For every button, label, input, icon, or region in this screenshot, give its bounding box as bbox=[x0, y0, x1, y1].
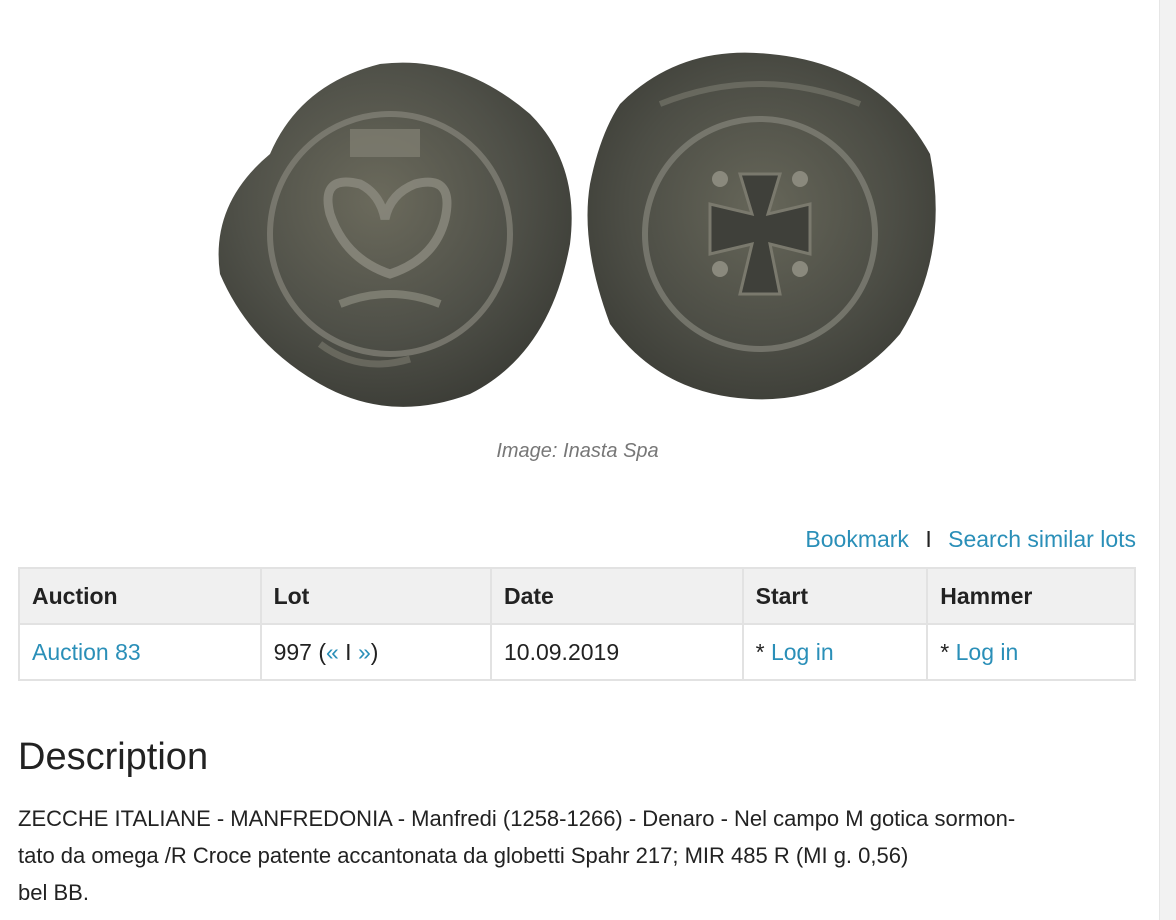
cell-hammer: * Log in bbox=[926, 623, 1136, 681]
description-title: Description bbox=[18, 736, 209, 778]
search-similar-link[interactable]: Search similar lots bbox=[948, 526, 1136, 552]
table-header-row: Auction Lot Date Start Hammer bbox=[18, 567, 1136, 625]
cell-lot: 997 (« I ») bbox=[259, 623, 493, 681]
cell-auction: Auction 83 bbox=[18, 623, 262, 681]
header-lot: Lot bbox=[259, 567, 493, 625]
table-row: Auction 83 997 (« I ») 10.09.2019 * Log … bbox=[18, 623, 1136, 681]
prev-lot-link[interactable]: « bbox=[326, 639, 339, 665]
image-caption: Image: Inasta Spa bbox=[496, 440, 659, 462]
start-prefix: * bbox=[755, 638, 771, 665]
description-line: bel BB. bbox=[18, 880, 89, 905]
coin-obverse bbox=[218, 62, 572, 407]
header-start: Start bbox=[741, 567, 929, 625]
description-text: ZECCHE ITALIANE - MANFREDONIA - Manfredi… bbox=[18, 800, 1138, 911]
header-hammer: Hammer bbox=[926, 567, 1136, 625]
lot-close: ) bbox=[370, 638, 379, 665]
hammer-login-link[interactable]: Log in bbox=[956, 639, 1019, 665]
lot-table: Auction Lot Date Start Hammer Auction 83… bbox=[18, 567, 1136, 681]
header-auction: Auction bbox=[18, 567, 262, 625]
lot-actions: Bookmark I Search similar lots bbox=[805, 526, 1136, 553]
cell-start: * Log in bbox=[741, 623, 929, 681]
header-date: Date bbox=[490, 567, 744, 625]
description-line: ZECCHE ITALIANE - MANFREDONIA - Manfredi… bbox=[18, 806, 1016, 831]
next-lot-link[interactable]: » bbox=[358, 639, 371, 665]
coin-reverse bbox=[587, 52, 936, 400]
coin-image bbox=[210, 44, 950, 424]
start-login-link[interactable]: Log in bbox=[771, 639, 834, 665]
description-line: tato da omega /R Croce patente accantona… bbox=[18, 843, 909, 868]
cell-date: 10.09.2019 bbox=[490, 623, 744, 681]
hammer-prefix: * bbox=[940, 638, 956, 665]
action-separator: I bbox=[925, 526, 932, 552]
auction-link[interactable]: Auction 83 bbox=[32, 639, 141, 665]
lot-nav-separator: I bbox=[338, 638, 358, 665]
bookmark-link[interactable]: Bookmark bbox=[805, 526, 909, 552]
scrollbar[interactable] bbox=[1159, 0, 1176, 920]
lot-number: 997 ( bbox=[273, 638, 326, 665]
